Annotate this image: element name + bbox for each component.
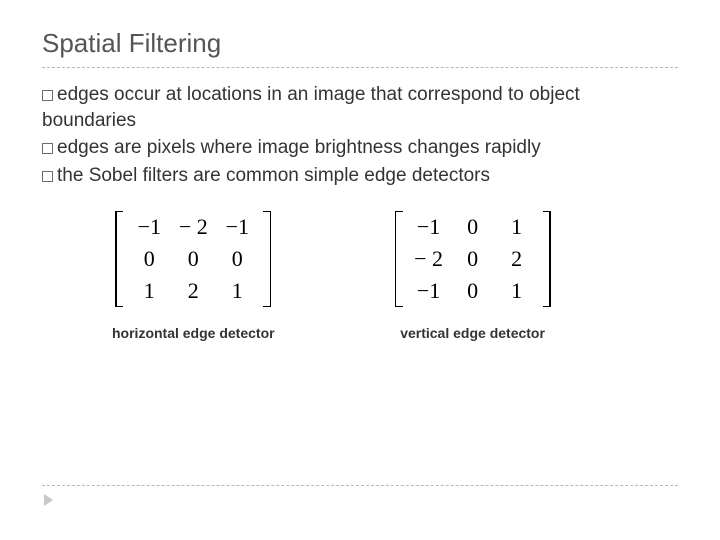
cell: 1	[511, 278, 522, 304]
matrix-grid: −1 − 2 −1 0 0 0 1 2 1	[123, 211, 263, 307]
list-item: the Sobel filters are common simple edge…	[42, 163, 678, 189]
list-item: edges occur at locations in an image tha…	[42, 82, 678, 133]
cell: 0	[232, 246, 243, 272]
bullet-text: the Sobel filters are common simple edge…	[57, 165, 490, 186]
matrix-grid: −1 0 1 − 2 0 2 −1 0 1	[403, 211, 543, 307]
cell: −1	[417, 214, 440, 240]
cell: 1	[144, 278, 155, 304]
bullet-box-icon	[42, 90, 53, 101]
list-item: edges are pixels where image brightness …	[42, 135, 678, 161]
left-bracket-icon	[395, 211, 403, 307]
play-arrow-icon	[44, 494, 53, 506]
cell: 2	[188, 278, 199, 304]
cell: −1	[226, 214, 249, 240]
slide: Spatial Filtering edges occur at locatio…	[0, 0, 720, 540]
cell: 0	[467, 278, 478, 304]
cell: − 2	[179, 214, 208, 240]
footer-divider	[42, 485, 678, 486]
cell: 0	[188, 246, 199, 272]
right-bracket-icon	[263, 211, 271, 307]
cell: 2	[511, 246, 522, 272]
page-title: Spatial Filtering	[42, 28, 678, 68]
right-bracket-icon	[543, 211, 551, 307]
left-bracket-icon	[115, 211, 123, 307]
cell: 0	[467, 246, 478, 272]
bullet-text: edges occur at locations in an image tha…	[42, 84, 580, 131]
cell: −1	[417, 278, 440, 304]
vertical-matrix: −1 0 1 − 2 0 2 −1 0 1 vertical edge dete…	[395, 211, 551, 341]
cell: − 2	[414, 246, 443, 272]
bullet-box-icon	[42, 143, 53, 154]
bullet-list: edges occur at locations in an image tha…	[42, 82, 678, 189]
bullet-box-icon	[42, 171, 53, 182]
matrices-row: −1 − 2 −1 0 0 0 1 2 1 horizontal edge de…	[112, 211, 678, 341]
matrix-brackets: −1 − 2 −1 0 0 0 1 2 1	[115, 211, 271, 307]
cell: −1	[138, 214, 161, 240]
horizontal-matrix: −1 − 2 −1 0 0 0 1 2 1 horizontal edge de…	[112, 211, 275, 341]
matrix-brackets: −1 0 1 − 2 0 2 −1 0 1	[395, 211, 551, 307]
bullet-text: edges are pixels where image brightness …	[57, 137, 541, 158]
cell: 0	[144, 246, 155, 272]
cell: 1	[232, 278, 243, 304]
matrix-caption: horizontal edge detector	[112, 325, 275, 341]
matrix-caption: vertical edge detector	[400, 325, 545, 341]
cell: 0	[467, 214, 478, 240]
cell: 1	[511, 214, 522, 240]
